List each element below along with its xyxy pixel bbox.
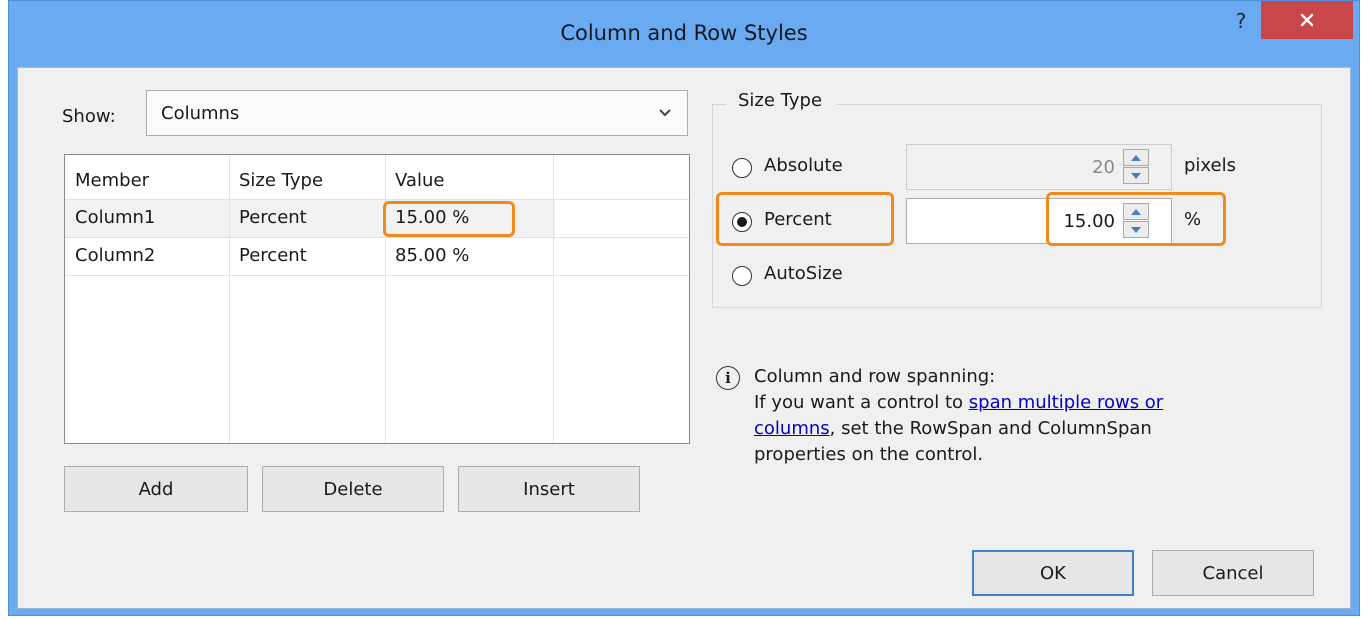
absolute-label[interactable]: Absolute xyxy=(764,155,843,176)
column-header-value[interactable]: Value xyxy=(395,170,444,191)
add-button[interactable]: Add xyxy=(64,466,248,512)
help-button[interactable]: ? xyxy=(1221,7,1261,43)
spanning-info-text-3: properties on the control. xyxy=(754,444,984,465)
spanning-info-heading: Column and row spanning: xyxy=(754,366,996,387)
size-type-group-title: Size Type xyxy=(726,90,837,111)
dialog-body: Show: Columns Member Size Type Value Col… xyxy=(17,67,1351,609)
dialog-title: Column and Row Styles xyxy=(560,21,808,45)
autosize-radio[interactable] xyxy=(732,266,752,286)
spin-down-icon xyxy=(1123,167,1149,184)
cancel-button[interactable]: Cancel xyxy=(1152,550,1314,596)
column-header-member[interactable]: Member xyxy=(75,170,149,191)
row-2-member[interactable]: Column2 xyxy=(75,245,155,266)
span-help-link-columns[interactable]: columns xyxy=(754,418,830,439)
show-dropdown-value: Columns xyxy=(161,102,240,124)
delete-button[interactable]: Delete xyxy=(262,466,444,512)
info-icon: i xyxy=(716,366,740,390)
spanning-info-text: Column and row spanning: If you want a c… xyxy=(754,364,1274,468)
percent-radio-highlight-box xyxy=(716,192,894,246)
absolute-radio[interactable] xyxy=(732,158,752,178)
absolute-spinner xyxy=(1123,149,1149,185)
title-bar[interactable]: Column and Row Styles ? xyxy=(9,1,1359,67)
percent-value-highlight-box xyxy=(1046,192,1226,246)
autosize-label[interactable]: AutoSize xyxy=(764,263,843,284)
ok-button[interactable]: OK xyxy=(972,550,1134,596)
span-help-link[interactable]: span multiple rows or xyxy=(969,392,1163,413)
row-2-size-type[interactable]: Percent xyxy=(239,245,307,266)
spin-up-icon xyxy=(1123,149,1149,166)
row-1-member[interactable]: Column1 xyxy=(75,207,155,228)
row-1-size-type[interactable]: Percent xyxy=(239,207,307,228)
close-icon xyxy=(1300,13,1314,27)
show-label: Show: xyxy=(62,106,116,127)
absolute-value-field: 20 xyxy=(906,144,1172,190)
dialog-window: Column and Row Styles ? Show: Columns Me… xyxy=(8,0,1360,616)
insert-button[interactable]: Insert xyxy=(458,466,640,512)
close-button[interactable] xyxy=(1261,1,1353,39)
absolute-value: 20 xyxy=(1092,157,1115,178)
spanning-info-text-2: , set the RowSpan and ColumnSpan xyxy=(829,418,1152,439)
styles-grid[interactable]: Member Size Type Value Column1 Percent 1… xyxy=(64,154,690,444)
chevron-down-icon xyxy=(659,109,671,117)
absolute-unit: pixels xyxy=(1184,155,1236,176)
show-dropdown[interactable]: Columns xyxy=(146,90,688,136)
column-header-size-type[interactable]: Size Type xyxy=(239,170,323,191)
spanning-info-text-1: If you want a control to xyxy=(754,392,969,413)
row-2-value[interactable]: 85.00 % xyxy=(395,245,469,266)
value-highlight-box xyxy=(383,201,515,237)
